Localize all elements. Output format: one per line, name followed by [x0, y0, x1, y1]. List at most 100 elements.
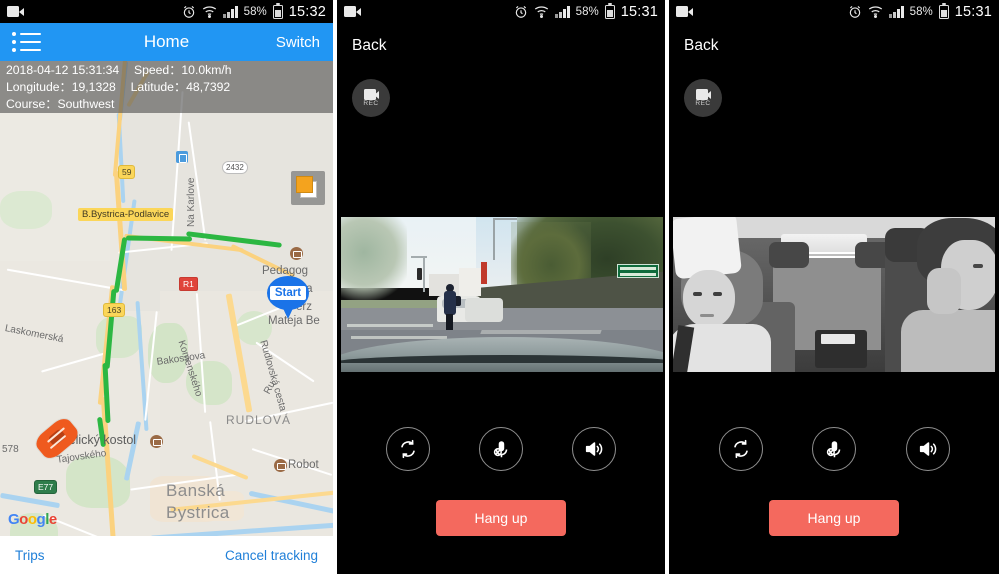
hangup-button[interactable]: Hang up: [769, 500, 899, 536]
record-button-label: REC: [363, 100, 379, 107]
speed-label: Speed：: [133, 63, 182, 77]
alarm-clock-icon: [848, 5, 862, 19]
microphone-muted-icon: [490, 438, 512, 460]
passenger-child: [673, 212, 797, 377]
signal-bars-icon: [554, 5, 570, 18]
road-sign: [617, 264, 659, 278]
course-label: Course：: [6, 97, 58, 111]
telemetry-timestamp: 2018-04-12 15:31:34: [6, 63, 120, 77]
map-label: Laskomerská: [3, 323, 65, 346]
course-value: Southwest: [57, 97, 115, 111]
car-marker-icon[interactable]: [32, 414, 82, 463]
road-shield: E77: [34, 480, 58, 494]
call-controls-cabin: [669, 427, 999, 471]
speaker-button[interactable]: [905, 427, 950, 471]
longitude-label: Longitude：: [6, 80, 72, 94]
hangup-button[interactable]: Hang up: [436, 500, 566, 536]
longitude-value: 19,1328: [71, 80, 116, 94]
speed-value: 10.0km/h: [181, 63, 232, 77]
map-label: Na Karlove: [186, 177, 197, 227]
map-layers-icon[interactable]: [291, 171, 325, 205]
battery-percent-label: 58%: [909, 5, 933, 18]
latitude-label: Latitude：: [130, 80, 187, 94]
record-button[interactable]: REC: [352, 79, 390, 117]
status-bar-call-front: 58% 15:31: [337, 0, 665, 23]
poi-icon: [150, 435, 163, 448]
poi-icon: [290, 247, 303, 260]
signal-bars-icon: [888, 5, 904, 18]
cancel-tracking-button[interactable]: Cancel tracking: [225, 548, 318, 563]
status-bar-clock: 15:31: [954, 3, 992, 20]
hangup-button-label: Hang up: [474, 510, 528, 526]
road-shield: 59: [118, 165, 136, 179]
passenger-adult: [885, 218, 995, 377]
status-bar-tracking: 58% 15:32: [0, 0, 333, 23]
pedestrian: [443, 284, 461, 332]
road-shield: R1: [179, 277, 198, 291]
mute-microphone-button[interactable]: [479, 427, 523, 471]
camcorder-icon: [363, 89, 379, 100]
app-bar-tracking: Home Switch: [0, 23, 333, 61]
switch-camera-button[interactable]: [718, 427, 763, 471]
camcorder-icon: [7, 6, 24, 17]
camcorder-icon: [344, 6, 361, 17]
switch-camera-button[interactable]: [386, 427, 430, 471]
trips-button[interactable]: Trips: [15, 548, 45, 563]
phone-panel-tracking: 58% 15:32 Home Switch B.Bystrica-Podlavi…: [0, 0, 333, 574]
speaker-on-icon: [917, 438, 939, 460]
google-attribution: Google: [8, 511, 57, 528]
back-button[interactable]: Back: [684, 37, 718, 55]
video-feed-cabin[interactable]: [673, 212, 995, 377]
camcorder-icon: [695, 89, 711, 100]
status-bar-clock: 15:32: [288, 3, 326, 20]
switch-button[interactable]: Switch: [276, 34, 333, 51]
speaker-button[interactable]: [572, 427, 616, 471]
road-shield: 578: [2, 444, 19, 455]
map-label: Bystrica: [166, 503, 230, 522]
microphone-muted-icon: [823, 438, 845, 460]
mute-microphone-button[interactable]: [812, 427, 856, 471]
start-pin[interactable]: Start: [267, 276, 309, 320]
record-button-label: REC: [695, 100, 711, 107]
poi-icon: [274, 459, 287, 472]
battery-charging-icon: [604, 2, 615, 19]
call-screen-cabin: Back REC Hang up: [669, 23, 999, 574]
signal-bars-icon: [222, 5, 238, 18]
wifi-icon: [534, 5, 549, 18]
battery-percent-label: 58%: [575, 5, 599, 18]
map-label: RUDLOVÁ: [226, 413, 292, 427]
phone-panel-call-cabin: 58% 15:31 Back REC Hang up: [669, 0, 999, 574]
map-label: Banská: [166, 481, 226, 500]
battery-percent-label: 58%: [243, 5, 267, 18]
battery-charging-icon: [272, 2, 283, 19]
battery-charging-icon: [938, 2, 949, 19]
alarm-clock-icon: [182, 5, 196, 19]
road-shield: 163: [103, 303, 126, 317]
wifi-icon: [202, 5, 217, 18]
switch-camera-icon: [397, 438, 419, 460]
poi-icon: [176, 151, 188, 163]
speaker-on-icon: [583, 438, 605, 460]
map-canvas: B.Bystrica-Podlavice Na Karlove Laskomer…: [0, 61, 333, 536]
status-bar-call-cabin: 58% 15:31: [669, 0, 999, 23]
latitude-value: 48,7392: [186, 80, 231, 94]
map-label: B.Bystrica-Podlavice: [78, 208, 174, 221]
switch-camera-icon: [730, 438, 752, 460]
start-pin-label: Start: [269, 286, 307, 300]
telemetry-overlay: 2018-04-12 15:31:34 Speed：10.0km/h Longi…: [0, 61, 333, 113]
call-controls-front: [337, 427, 665, 471]
map-view[interactable]: B.Bystrica-Podlavice Na Karlove Laskomer…: [0, 61, 333, 536]
phone-panel-call-front: 58% 15:31 Back REC Hang up: [337, 0, 665, 574]
back-button[interactable]: Back: [352, 37, 386, 55]
status-bar-clock: 15:31: [620, 3, 658, 20]
alarm-clock-icon: [514, 5, 528, 19]
camcorder-icon: [676, 6, 693, 17]
map-label: Robot: [288, 459, 319, 471]
video-feed-front[interactable]: [341, 212, 663, 377]
three-phone-screenshots: 58% 15:32 Home Switch B.Bystrica-Podlavi…: [0, 0, 1000, 574]
record-button[interactable]: REC: [684, 79, 722, 117]
bottom-action-bar: Trips Cancel tracking: [0, 536, 333, 574]
call-screen-front: Back REC Hang up: [337, 23, 665, 574]
hangup-button-label: Hang up: [807, 510, 861, 526]
wifi-icon: [868, 5, 883, 18]
